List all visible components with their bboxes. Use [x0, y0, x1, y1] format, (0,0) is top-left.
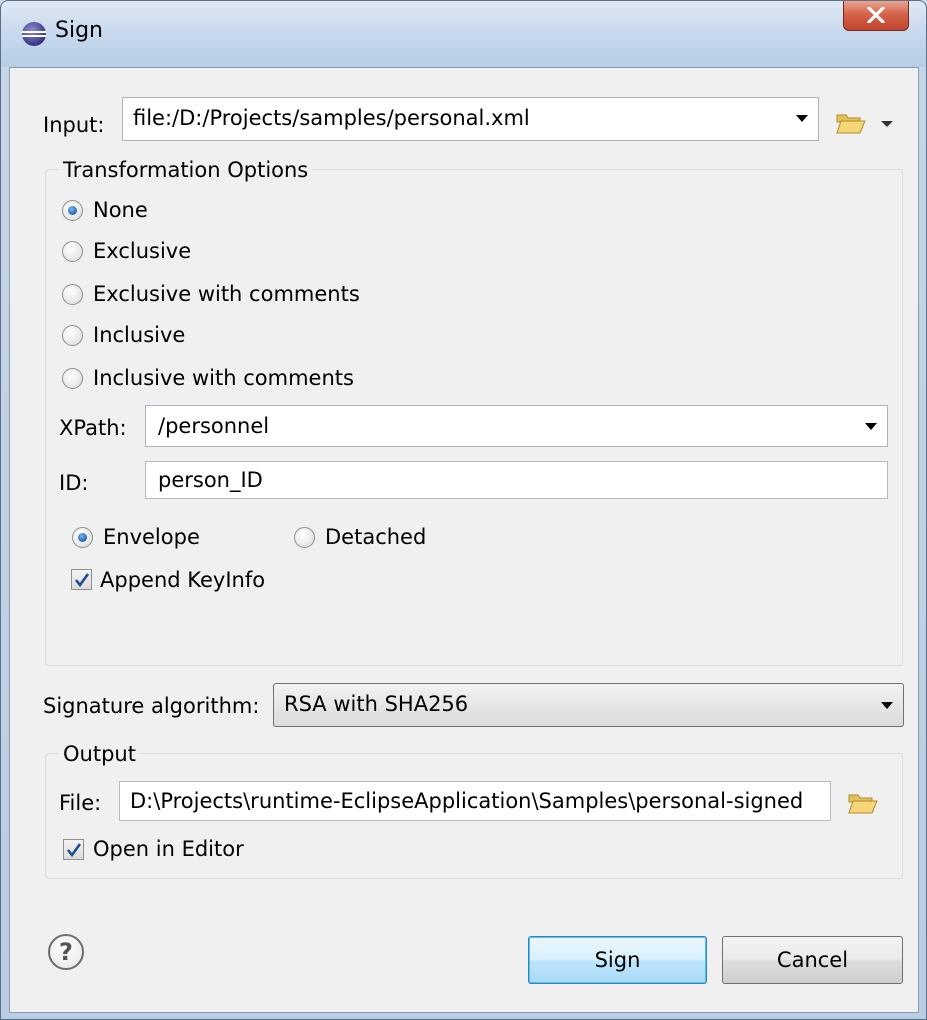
- output-file-value: D:\Projects\runtime-EclipseApplication\S…: [130, 789, 804, 813]
- id-label: ID:: [59, 471, 89, 495]
- window-title: Sign: [55, 18, 103, 43]
- title-bar[interactable]: Sign: [1, 1, 926, 67]
- checkmark-icon: [66, 843, 82, 858]
- radio-exclusive-label: Exclusive: [93, 239, 192, 263]
- id-value: person_ID: [158, 468, 263, 492]
- sign-button[interactable]: Sign: [528, 936, 707, 984]
- radio-exclusive-with-comments-label: Exclusive with comments: [93, 282, 360, 306]
- signature-algorithm-value: RSA with SHA256: [284, 692, 469, 716]
- close-icon: [867, 7, 885, 23]
- xpath-label: XPath:: [59, 416, 127, 440]
- close-button[interactable]: [843, 1, 909, 31]
- radio-inclusive-label: Inclusive: [93, 323, 186, 347]
- transformation-options-title: Transformation Options: [59, 158, 313, 182]
- radio-none-label: None: [93, 198, 148, 222]
- open-in-editor-label: Open in Editor: [93, 837, 244, 861]
- open-in-editor-checkbox[interactable]: [63, 839, 84, 860]
- input-value: file:/D:/Projects/samples/personal.xml: [133, 106, 530, 130]
- input-combo[interactable]: file:/D:/Projects/samples/personal.xml: [122, 97, 819, 141]
- checkmark-icon: [74, 573, 90, 588]
- browse-input-button[interactable]: [836, 111, 898, 137]
- folder-open-icon: [836, 114, 866, 134]
- radio-exclusive-with-comments[interactable]: [62, 284, 83, 305]
- radio-inclusive-with-comments-label: Inclusive with comments: [93, 366, 354, 390]
- cancel-button[interactable]: Cancel: [722, 936, 903, 984]
- folder-open-icon: [848, 794, 878, 814]
- signature-algorithm-label: Signature algorithm:: [43, 694, 260, 718]
- radio-inclusive[interactable]: [62, 325, 83, 346]
- radio-detached-label: Detached: [325, 525, 427, 549]
- sign-dialog: Sign Input: file:/D:/Projects/samples/pe…: [0, 0, 927, 1020]
- append-keyinfo-checkbox[interactable]: [71, 569, 92, 590]
- input-label: Input:: [43, 113, 105, 137]
- append-keyinfo-label: Append KeyInfo: [100, 568, 266, 592]
- dropdown-arrow-icon[interactable]: [796, 115, 808, 122]
- radio-none[interactable]: [62, 200, 83, 221]
- chevron-down-icon: [881, 121, 893, 127]
- dropdown-arrow-icon: [881, 702, 893, 709]
- xpath-combo[interactable]: /personnel: [145, 405, 888, 447]
- dropdown-arrow-icon[interactable]: [865, 423, 877, 430]
- xpath-value: /personnel: [158, 414, 270, 438]
- output-title: Output: [59, 742, 140, 766]
- radio-envelope-label: Envelope: [103, 525, 200, 549]
- help-icon[interactable]: ?: [48, 934, 84, 970]
- signature-algorithm-select[interactable]: RSA with SHA256: [273, 683, 904, 727]
- id-field[interactable]: person_ID: [145, 461, 888, 499]
- browse-output-button[interactable]: [848, 791, 878, 815]
- radio-envelope[interactable]: [72, 527, 93, 548]
- eclipse-icon: [22, 22, 46, 46]
- output-file-field[interactable]: D:\Projects\runtime-EclipseApplication\S…: [119, 781, 831, 821]
- radio-inclusive-with-comments[interactable]: [62, 368, 83, 389]
- file-label: File:: [59, 791, 102, 815]
- radio-exclusive[interactable]: [62, 241, 83, 262]
- radio-detached[interactable]: [294, 527, 315, 548]
